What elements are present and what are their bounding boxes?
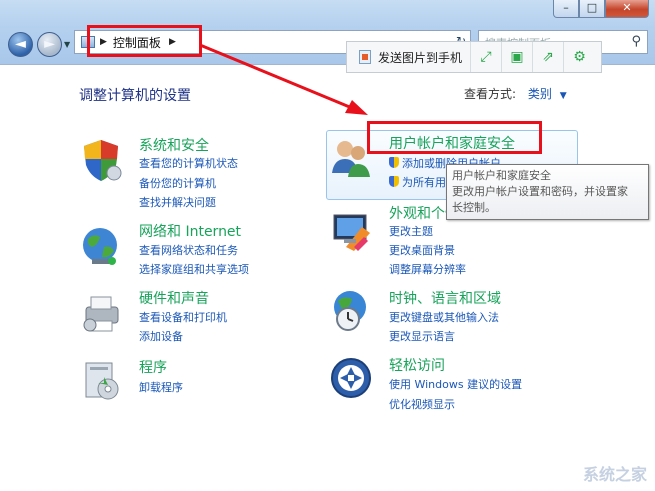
maximize-button[interactable]: □ <box>579 0 605 18</box>
annotation-box-user-accounts <box>367 121 542 154</box>
link-uninstall-program[interactable]: 卸载程序 <box>139 379 183 395</box>
link-devices-printers[interactable]: 查看设备和打印机 <box>139 309 227 325</box>
category-clock-language-region[interactable]: 时钟、语言和区域 <box>389 288 501 308</box>
programs-icon[interactable] <box>78 357 124 403</box>
view-by-dropdown[interactable]: 类别 <box>528 87 552 101</box>
link-backup-computer[interactable]: 备份您的计算机 <box>139 175 216 191</box>
link-change-desktop-background[interactable]: 更改桌面背景 <box>389 242 455 258</box>
expand-icon[interactable]: ⤢ <box>471 42 503 72</box>
category-hardware-sound[interactable]: 硬件和声音 <box>139 288 209 308</box>
content-pane: 调整计算机的设置 查看方式: 类别 ▼ 系统和安全 查看您的计算机状态 备份您的… <box>0 64 655 491</box>
category-network-internet[interactable]: 网络和 Internet <box>139 221 241 241</box>
category-system-security[interactable]: 系统和安全 <box>139 135 209 155</box>
link-change-theme[interactable]: 更改主题 <box>389 223 433 239</box>
tooltip-title: 用户帐户和家庭安全 <box>452 169 551 182</box>
link-change-keyboard-input[interactable]: 更改键盘或其他输入法 <box>389 309 499 325</box>
link-change-display-language[interactable]: 更改显示语言 <box>389 328 455 344</box>
phone-image-icon <box>359 50 371 64</box>
link-add-device[interactable]: 添加设备 <box>139 328 183 344</box>
page-title: 调整计算机的设置 <box>79 88 191 104</box>
uac-shield-icon <box>389 176 399 187</box>
appearance-monitor-icon[interactable] <box>328 209 374 255</box>
send-image-to-phone-button[interactable]: 发送图片到手机 <box>347 42 472 72</box>
view-by-label: 查看方式: <box>464 87 517 101</box>
search-icon[interactable]: ⚲ <box>631 34 641 49</box>
close-button[interactable]: ✕ <box>605 0 649 18</box>
tooltip: 用户帐户和家庭安全 更改用户帐户设置和密码，并设置家 长控制。 <box>446 164 649 220</box>
link-windows-recommended-settings[interactable]: 使用 Windows 建议的设置 <box>389 376 522 392</box>
category-ease-of-access[interactable]: 轻松访问 <box>389 355 445 375</box>
link-homegroup-sharing[interactable]: 选择家庭组和共享选项 <box>139 261 249 277</box>
link-troubleshoot[interactable]: 查找并解决问题 <box>139 194 216 210</box>
share-icon[interactable]: ⇗ <box>533 42 565 72</box>
ease-of-access-icon[interactable] <box>328 355 374 401</box>
floating-toolbar: 发送图片到手机 ⤢ ▣ ⇗ ⚙ <box>346 41 602 73</box>
recent-pages-chevron-down-icon[interactable]: ▼ <box>64 40 70 49</box>
link-network-status[interactable]: 查看网络状态和任务 <box>139 242 238 258</box>
tooltip-line: 更改用户帐户设置和密码，并设置家 <box>452 185 628 198</box>
link-optimize-video-display[interactable]: 优化视频显示 <box>389 396 455 412</box>
save-icon[interactable]: ▣ <box>502 42 534 72</box>
watermark: 系统之家 <box>582 465 647 484</box>
back-button[interactable]: ◄ <box>8 32 33 57</box>
printer-icon[interactable] <box>78 291 124 337</box>
forward-button[interactable]: ► <box>37 32 62 57</box>
window-controls: – □ ✕ <box>553 0 649 18</box>
gear-icon[interactable]: ⚙ <box>564 42 595 72</box>
link-view-computer-status[interactable]: 查看您的计算机状态 <box>139 155 238 171</box>
minimize-button[interactable]: – <box>553 0 579 18</box>
link-adjust-resolution[interactable]: 调整屏幕分辨率 <box>389 261 466 277</box>
tooltip-line: 长控制。 <box>452 201 496 214</box>
clock-globe-icon[interactable] <box>328 287 374 333</box>
chevron-down-icon[interactable]: ▼ <box>560 91 567 101</box>
send-image-label: 发送图片到手机 <box>378 50 463 65</box>
annotation-box-breadcrumb <box>87 25 202 57</box>
view-by: 查看方式: 类别 ▼ <box>464 85 567 102</box>
category-programs[interactable]: 程序 <box>139 357 167 377</box>
globe-network-icon[interactable] <box>78 223 124 269</box>
uac-shield-icon <box>389 157 399 168</box>
shield-icon[interactable] <box>78 137 124 183</box>
